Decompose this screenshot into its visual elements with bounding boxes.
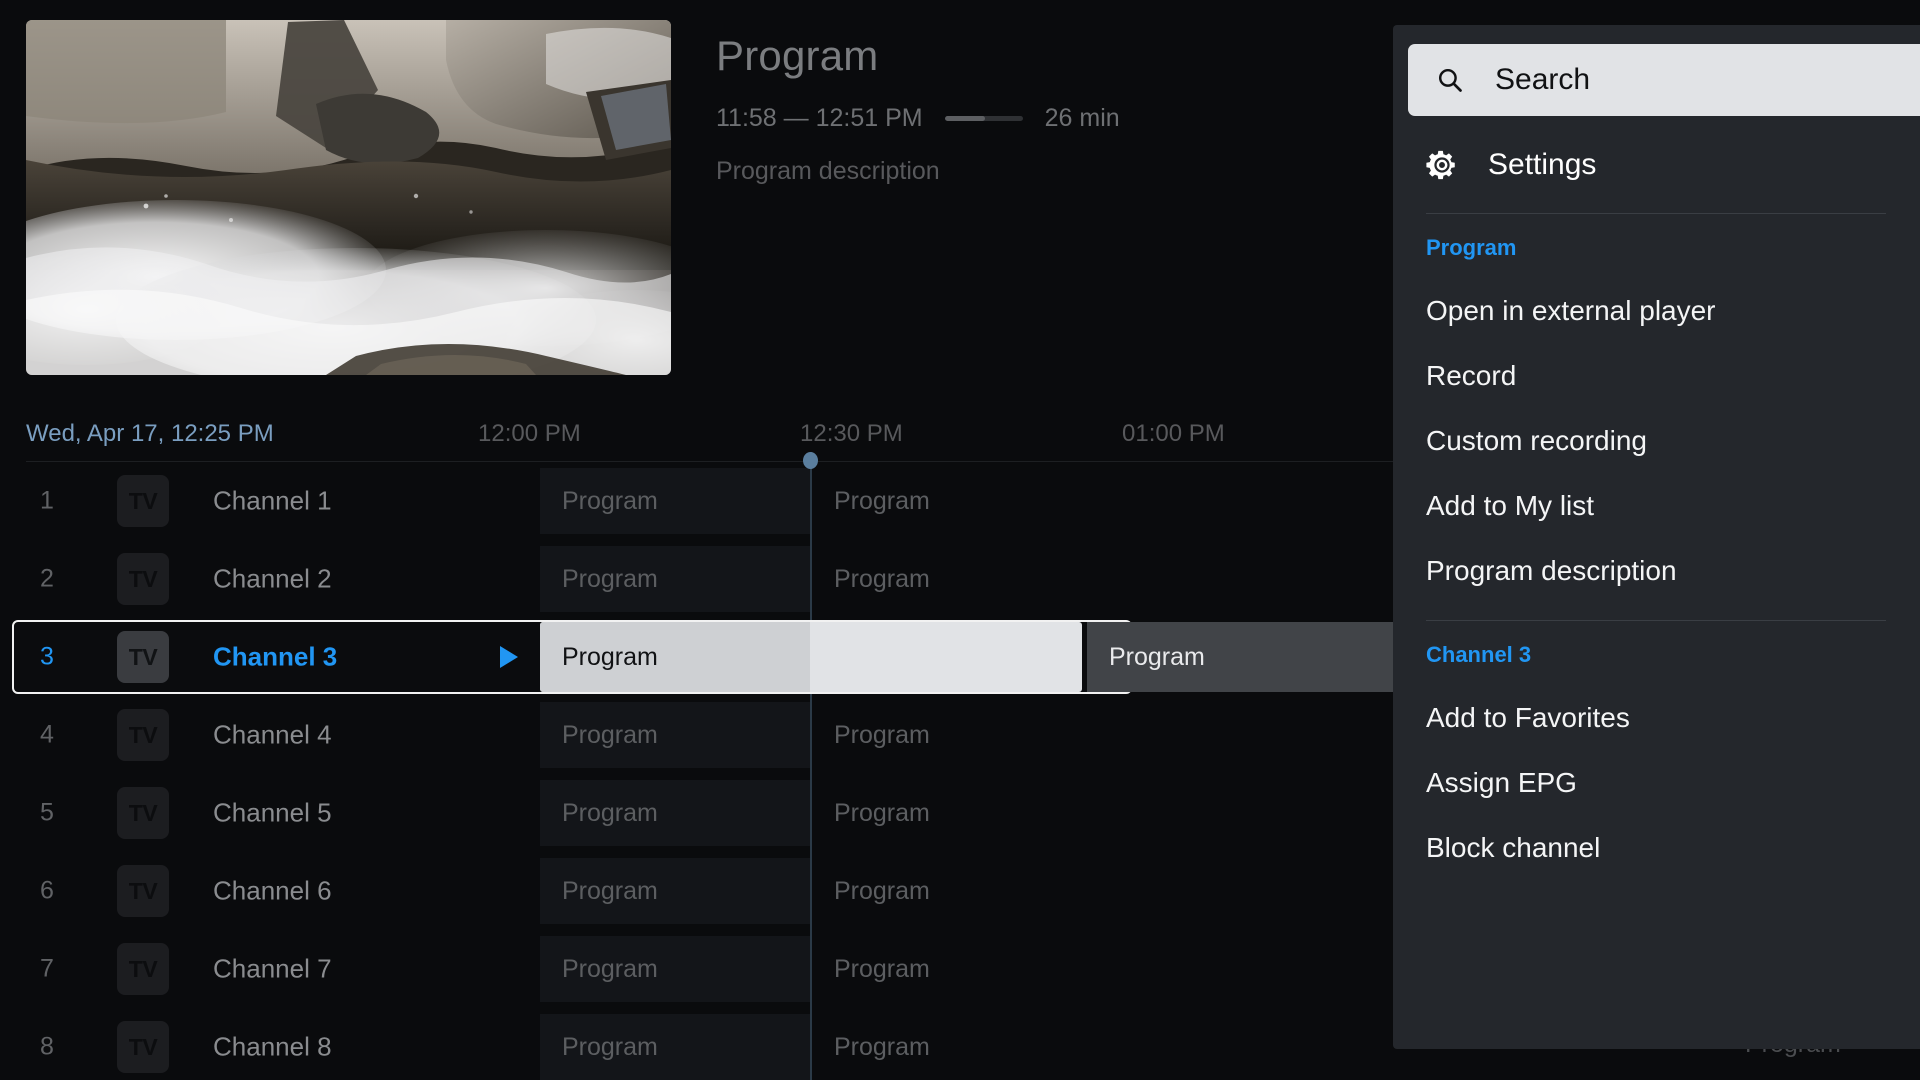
menu-item-add-to-my-list[interactable]: Add to My list xyxy=(1426,490,1594,522)
search-input[interactable]: Search xyxy=(1408,44,1920,116)
channel-name: Channel 8 xyxy=(213,1031,332,1062)
channel-number: 2 xyxy=(40,564,54,593)
gear-icon xyxy=(1426,150,1455,180)
menu-item-open-in-external-player[interactable]: Open in external player xyxy=(1426,295,1716,327)
tv-logo-icon: TV xyxy=(117,475,169,527)
program-block[interactable]: Program xyxy=(540,468,810,534)
menu-item-program-description[interactable]: Program description xyxy=(1426,555,1677,587)
program-progress-bar xyxy=(944,116,1023,122)
menu-divider-bottom xyxy=(1426,620,1886,621)
menu-item-add-to-favorites[interactable]: Add to Favorites xyxy=(1426,702,1630,734)
program-description: Program description xyxy=(716,157,940,186)
menu-section-header-program: Program xyxy=(1426,235,1517,260)
menu-item-block-channel[interactable]: Block channel xyxy=(1426,832,1600,864)
program-block[interactable]: Program xyxy=(812,546,1452,612)
river-rapids-image xyxy=(26,20,671,375)
tv-logo-icon: TV xyxy=(117,1021,169,1073)
program-block-current[interactable]: Program xyxy=(540,622,1082,692)
channel-number: 1 xyxy=(40,486,54,515)
current-time-line xyxy=(810,452,812,1080)
program-block[interactable]: Program xyxy=(812,936,1452,1002)
search-icon xyxy=(1438,68,1462,92)
tv-logo-icon: TV xyxy=(117,631,169,683)
settings-label: Settings xyxy=(1488,148,1597,181)
channel-number: 8 xyxy=(40,1032,54,1061)
program-block[interactable]: Program xyxy=(812,858,1452,924)
tv-logo-icon: TV xyxy=(117,787,169,839)
program-block[interactable]: Program xyxy=(540,546,810,612)
menu-divider-top xyxy=(1426,213,1886,214)
tv-logo-icon: TV xyxy=(117,553,169,605)
tv-logo-icon: TV xyxy=(117,943,169,995)
channel-name: Channel 5 xyxy=(213,797,332,828)
program-block[interactable]: Program xyxy=(812,1014,1452,1080)
play-icon[interactable] xyxy=(500,646,518,668)
program-block[interactable]: Program xyxy=(540,858,810,924)
channel-number: 5 xyxy=(40,798,54,827)
program-block[interactable]: Program xyxy=(812,702,1452,768)
channel-name: Channel 3 xyxy=(213,641,338,672)
menu-item-assign-epg[interactable]: Assign EPG xyxy=(1426,767,1577,799)
current-time-dot xyxy=(803,452,818,469)
program-meta: 11:58 — 12:51 PM 26 min xyxy=(716,104,1356,133)
context-menu-panel: Search Settings Program Open in external… xyxy=(1393,25,1920,1049)
program-block[interactable]: Program xyxy=(540,780,810,846)
timeline-tick-1230: 12:30 PM xyxy=(800,420,903,447)
program-title: Program xyxy=(716,32,879,79)
channel-number: 6 xyxy=(40,876,54,905)
epg-screen: Program 11:58 — 12:51 PM 26 min Program … xyxy=(0,0,1920,1080)
menu-item-record[interactable]: Record xyxy=(1426,360,1516,392)
program-block[interactable]: Program xyxy=(812,468,1452,534)
tv-logo-icon: TV xyxy=(117,709,169,761)
channel-name: Channel 2 xyxy=(213,563,332,594)
program-block[interactable]: Program xyxy=(540,1014,810,1080)
channel-name: Channel 1 xyxy=(213,485,332,516)
channel-name: Channel 6 xyxy=(213,875,332,906)
channel-number: 3 xyxy=(40,642,54,671)
timeline-current-datetime: Wed, Apr 17, 12:25 PM xyxy=(26,420,274,447)
search-label: Search xyxy=(1495,63,1591,96)
program-time-range: 11:58 — 12:51 PM xyxy=(716,104,923,133)
channel-number: 7 xyxy=(40,954,54,983)
program-block[interactable]: Program xyxy=(812,780,1452,846)
program-thumbnail[interactable] xyxy=(26,20,671,375)
menu-section-header-channel: Channel 3 xyxy=(1426,642,1532,667)
channel-name: Channel 7 xyxy=(213,953,332,984)
channel-name: Channel 4 xyxy=(213,719,332,750)
menu-item-settings[interactable]: Settings xyxy=(1393,137,1920,193)
program-info: Program 11:58 — 12:51 PM 26 min Program … xyxy=(716,32,1356,186)
timeline-tick-1200: 12:00 PM xyxy=(478,420,581,447)
program-block[interactable]: Program xyxy=(540,936,810,1002)
tv-logo-icon: TV xyxy=(117,865,169,917)
menu-item-custom-recording[interactable]: Custom recording xyxy=(1426,425,1647,457)
program-block[interactable]: Program xyxy=(540,702,810,768)
channel-number: 4 xyxy=(40,720,54,749)
program-duration: 26 min xyxy=(1044,104,1120,133)
timeline-tick-0100: 01:00 PM xyxy=(1122,420,1225,447)
